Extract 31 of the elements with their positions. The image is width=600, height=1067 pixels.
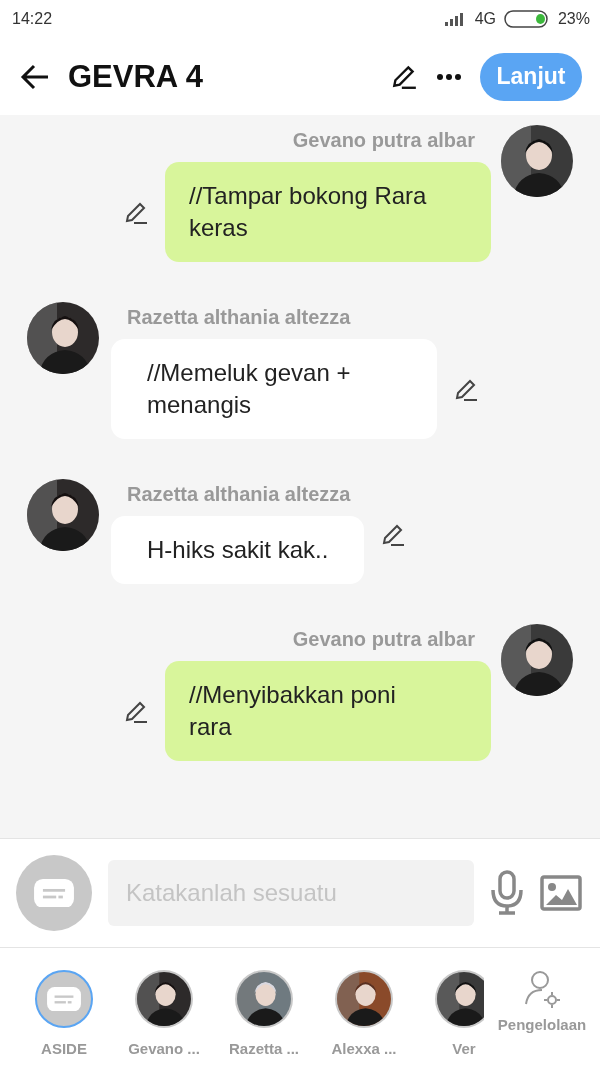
microphone-icon[interactable] — [490, 870, 524, 916]
pencil-icon[interactable] — [123, 699, 149, 725]
message-bubble: //Memeluk gevan + menangis — [111, 339, 437, 439]
next-button[interactable]: Lanjut — [480, 52, 582, 101]
battery-percent: 23% — [557, 10, 590, 28]
sender-name: Razetta althania altezza — [127, 306, 351, 329]
character-tab[interactable]: Alexxa ... — [314, 970, 414, 1067]
character-tab[interactable]: Razetta ... — [214, 970, 314, 1067]
image-icon[interactable] — [540, 875, 582, 911]
sender-name: Gevano putra albar — [292, 129, 475, 152]
status-time: 14:22 — [12, 10, 53, 28]
pencil-icon[interactable] — [123, 200, 149, 226]
manage-button[interactable]: Pengelolaan — [484, 970, 600, 1067]
character-tab[interactable]: ASIDE — [14, 970, 114, 1067]
message-bubble: //Tampar bokong Rara keras — [165, 162, 491, 262]
chat-bubble-icon — [47, 986, 81, 1012]
sender-name: Razetta althania altezza — [127, 483, 351, 506]
pencil-icon[interactable] — [380, 522, 407, 548]
network-type: 4G — [474, 10, 496, 28]
character-tab[interactable]: Ver — [414, 970, 484, 1067]
sender-name: Gevano putra albar — [292, 628, 475, 651]
message-bubble: H-hiks sakit kak.. — [111, 516, 365, 584]
pencil-icon[interactable] — [453, 377, 479, 403]
battery-icon — [503, 10, 550, 28]
chat-bubble-icon — [34, 878, 74, 908]
back-arrow-icon[interactable] — [20, 63, 50, 90]
character-tab[interactable]: Gevano ... — [114, 970, 214, 1067]
more-icon[interactable] — [436, 72, 462, 81]
message-bubble: //Menyibakkan poni rara — [165, 661, 491, 761]
user-settings-icon — [524, 970, 560, 1008]
chat-title: GEVRA 4 — [68, 58, 204, 95]
